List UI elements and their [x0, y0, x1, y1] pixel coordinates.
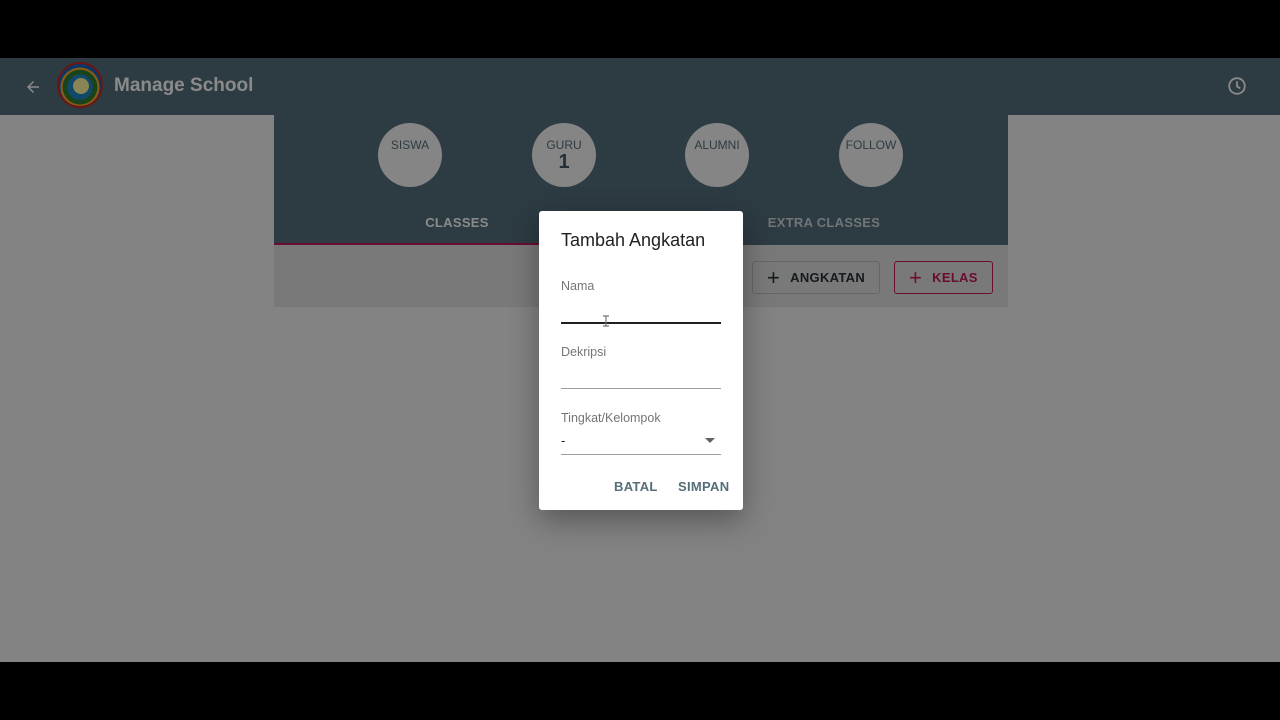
nama-input[interactable] — [561, 299, 721, 321]
cancel-button[interactable]: BATAL — [614, 479, 658, 494]
app-window: Manage School SISWA GURU 1 ALUMNI FOLLOW… — [0, 58, 1280, 662]
save-button[interactable]: SIMPAN — [678, 479, 729, 494]
tingkat-underline — [561, 454, 721, 455]
letterbox-top — [0, 0, 1280, 58]
dialog-title: Tambah Angkatan — [561, 230, 706, 250]
nama-underline — [561, 322, 721, 324]
deskripsi-label: Dekripsi — [561, 345, 607, 359]
tambah-angkatan-dialog: Tambah Angkatan Nama Dekripsi Tingkat/Ke… — [539, 211, 743, 510]
letterbox-bottom — [0, 662, 1280, 720]
tingkat-select[interactable]: - — [561, 433, 565, 448]
nama-label: Nama — [561, 279, 595, 293]
deskripsi-input[interactable] — [561, 365, 721, 387]
tingkat-label: Tingkat/Kelompok — [561, 411, 661, 425]
dropdown-arrow-icon[interactable] — [705, 438, 715, 443]
deskripsi-underline — [561, 388, 721, 389]
text-cursor-icon — [603, 315, 609, 327]
